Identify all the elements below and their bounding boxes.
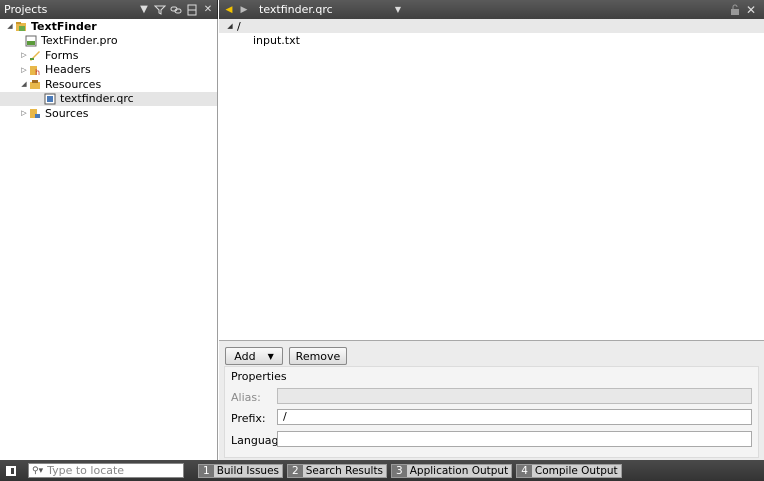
tree-label: Resources — [45, 77, 102, 91]
prefix-row[interactable]: ◢ / — [219, 19, 764, 33]
filter-icon[interactable] — [153, 3, 167, 17]
editor-toolbar: ◀ ▶ textfinder.qrc ▼ ✕ — [219, 0, 764, 19]
resource-form: Add ▼ Remove Properties Alias: Prefix: /… — [219, 341, 764, 460]
tab-application-output[interactable]: 3 Application Output — [391, 463, 513, 478]
tree-item-sources[interactable]: ▷ Sources — [0, 106, 217, 121]
qrc-file-icon — [44, 93, 56, 105]
tab-number: 2 — [288, 464, 303, 477]
tree-label: TextFinder.pro — [41, 34, 118, 48]
tab-number: 4 — [517, 464, 532, 477]
document-selector[interactable]: textfinder.qrc ▼ — [257, 2, 401, 17]
expanded-arrow-icon[interactable]: ◢ — [223, 22, 237, 30]
close-icon[interactable]: ✕ — [201, 3, 215, 17]
tree-label: Sources — [45, 106, 89, 120]
properties-title: Properties — [231, 370, 287, 383]
sources-icon — [29, 107, 41, 119]
collapsed-arrow-icon[interactable]: ▷ — [19, 66, 29, 74]
tab-label: Compile Output — [534, 464, 618, 477]
tab-label: Application Output — [409, 464, 509, 477]
remove-button[interactable]: Remove — [289, 347, 347, 365]
tree-item-textfinder-qrc[interactable]: textfinder.qrc — [0, 91, 217, 106]
expanded-arrow-icon[interactable]: ◢ — [19, 80, 29, 88]
tab-compile-output[interactable]: 4 Compile Output — [516, 463, 622, 478]
alias-label: Alias: — [231, 391, 261, 404]
chevron-down-icon: ▼ — [267, 351, 274, 361]
chevron-down-icon: ▼ — [394, 5, 401, 14]
tab-label: Build Issues — [216, 464, 280, 477]
tab-build-issues[interactable]: 1 Build Issues — [198, 463, 284, 478]
tree-label: Forms — [45, 48, 79, 62]
tree-item-forms[interactable]: ▷ Forms — [0, 48, 217, 63]
document-name: textfinder.qrc — [259, 3, 333, 16]
tree-label: Headers — [45, 63, 91, 77]
locate-placeholder: Type to locate — [47, 464, 125, 477]
tab-search-results[interactable]: 2 Search Results — [287, 463, 388, 478]
back-arrow-icon[interactable]: ◀ — [223, 3, 235, 17]
tree-item-headers[interactable]: ▷ h Headers — [0, 63, 217, 78]
collapsed-arrow-icon[interactable]: ▷ — [19, 51, 29, 59]
tree-item-pro-file[interactable]: TextFinder.pro — [0, 34, 217, 49]
add-button[interactable]: Add ▼ — [225, 347, 283, 365]
forms-icon — [29, 49, 41, 62]
status-bar: ⚲▾ Type to locate 1 Build Issues 2 Searc… — [0, 460, 764, 481]
tree-label: TextFinder — [31, 19, 97, 33]
prefix-field[interactable]: / — [277, 409, 752, 425]
svg-text:h: h — [35, 68, 40, 76]
tab-number: 3 — [392, 464, 407, 477]
dropdown-arrow-icon[interactable]: ▼ — [137, 3, 151, 17]
tab-label: Search Results — [305, 464, 384, 477]
link-icon[interactable] — [169, 3, 183, 17]
output-tabs: 1 Build Issues 2 Search Results 3 Applic… — [198, 463, 626, 478]
forward-arrow-icon[interactable]: ▶ — [238, 3, 250, 17]
search-icon: ⚲▾ — [32, 465, 44, 476]
alias-field[interactable] — [277, 388, 752, 404]
add-button-label: Add — [234, 349, 256, 363]
expanded-arrow-icon[interactable]: ◢ — [5, 22, 15, 30]
project-folder-icon — [15, 20, 27, 32]
tab-number: 1 — [199, 464, 214, 477]
language-field[interactable] — [277, 431, 752, 447]
resource-file-row[interactable]: input.txt — [219, 33, 764, 47]
lock-icon[interactable] — [728, 3, 742, 17]
resources-icon — [29, 78, 41, 90]
sidebar-toggle-icon[interactable] — [6, 465, 16, 476]
locate-input[interactable]: ⚲▾ Type to locate — [28, 463, 184, 478]
resource-file-label: input.txt — [253, 33, 300, 47]
project-tree: ◢ TextFinder TextFinder.pro ▷ Forms ▷ h … — [0, 19, 218, 460]
collapsed-arrow-icon[interactable]: ▷ — [19, 109, 29, 117]
headers-icon: h — [29, 64, 41, 76]
prefix-field-label: Prefix: — [231, 412, 266, 425]
remove-button-label: Remove — [295, 349, 341, 363]
pro-file-icon — [25, 35, 37, 47]
prefix-label: / — [237, 19, 241, 33]
resource-editor: ◢ / input.txt — [219, 19, 764, 341]
split-icon[interactable] — [185, 3, 199, 17]
projects-title: Projects — [4, 3, 48, 16]
properties-group: Properties Alias: Prefix: / Language: — [224, 366, 759, 458]
tree-label: textfinder.qrc — [60, 92, 134, 106]
close-document-icon[interactable]: ✕ — [744, 3, 758, 17]
tree-item-textfinder[interactable]: ◢ TextFinder — [0, 19, 217, 34]
tree-item-resources[interactable]: ◢ Resources — [0, 77, 217, 92]
projects-toolbar: Projects ▼ ✕ — [0, 0, 218, 19]
